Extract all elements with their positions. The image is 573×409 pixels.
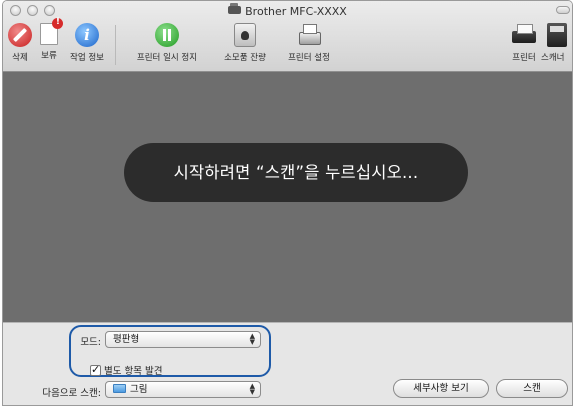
scan-button[interactable]: 스캔 [496, 379, 568, 398]
printer-button[interactable]: 프린터 [507, 23, 541, 63]
printer-setup-icon [296, 23, 322, 47]
supply-levels-icon [234, 23, 256, 47]
pause-printer-button[interactable]: 프린터 일시 정지 [121, 23, 213, 63]
scanner-button[interactable]: 스캐너 [541, 23, 572, 63]
delete-label: 삭제 [12, 53, 28, 63]
window-title: Brother MFC-XXXX [245, 5, 347, 18]
hold-button[interactable]: 보류 [35, 17, 63, 61]
delete-button[interactable]: 삭제 [5, 23, 35, 63]
printer-label: 프린터 [512, 53, 536, 63]
toolbar-separator [115, 25, 116, 65]
job-info-button[interactable]: i 작업 정보 [63, 23, 111, 63]
hold-label: 보류 [41, 51, 57, 61]
hold-icon [40, 17, 63, 45]
popup-arrows-icon: ▲ ▼ [249, 332, 255, 346]
scan-prompt-message: 시작하려면 “스캔”을 누르십시오... [124, 143, 468, 202]
scan-to-value: 그림 [130, 384, 148, 395]
pause-printer-label: 프린터 일시 정지 [136, 53, 198, 63]
pause-icon [155, 23, 179, 47]
toolbar: Brother MFC-XXXX 삭제 보류 i 작업 정보 프린터 일시 정지… [3, 1, 572, 72]
scan-preview-area: 시작하려면 “스캔”을 누르십시오... [3, 72, 572, 322]
printer-title-icon [228, 3, 242, 14]
info-icon: i [75, 23, 99, 47]
job-info-label: 작업 정보 [70, 53, 104, 63]
scan-to-select[interactable]: 그림 ▲ ▼ [105, 381, 261, 398]
mode-value: 평판형 [113, 334, 140, 345]
scanner-label: 스캐너 [541, 53, 565, 63]
scanner-icon [547, 23, 567, 47]
mode-label: 모드: [80, 337, 101, 348]
printer-setup-label: 프린터 설정 [288, 53, 330, 63]
supply-levels-button[interactable]: 소모품 잔량 [213, 23, 277, 63]
scan-to-label: 다음으로 스캔: [42, 388, 101, 399]
detect-separate-items-label: 별도 항목 발견 [104, 366, 163, 377]
folder-icon [113, 384, 126, 393]
mode-select[interactable]: 평판형 ▲ ▼ [105, 331, 261, 348]
popup-arrows-icon: ▲ ▼ [249, 382, 255, 396]
supply-levels-label: 소모품 잔량 [224, 53, 266, 63]
checkbox-checkmark-icon [90, 363, 101, 376]
show-details-button[interactable]: 세부사항 보기 [393, 379, 489, 398]
printer-setup-button[interactable]: 프린터 설정 [279, 23, 339, 63]
detect-separate-items-checkbox[interactable]: 별도 항목 발견 [90, 363, 162, 377]
delete-icon [8, 23, 32, 47]
scan-options-panel: 모드: 평판형 ▲▼ 별도 항목 발견 다음으로 스캔: 그림 ▲▼ 세부사항 … [3, 322, 572, 405]
window-title-bar: Brother MFC-XXXX [3, 3, 572, 18]
scanner-window: Brother MFC-XXXX 삭제 보류 i 작업 정보 프린터 일시 정지… [2, 0, 573, 406]
printer-icon [511, 23, 537, 47]
